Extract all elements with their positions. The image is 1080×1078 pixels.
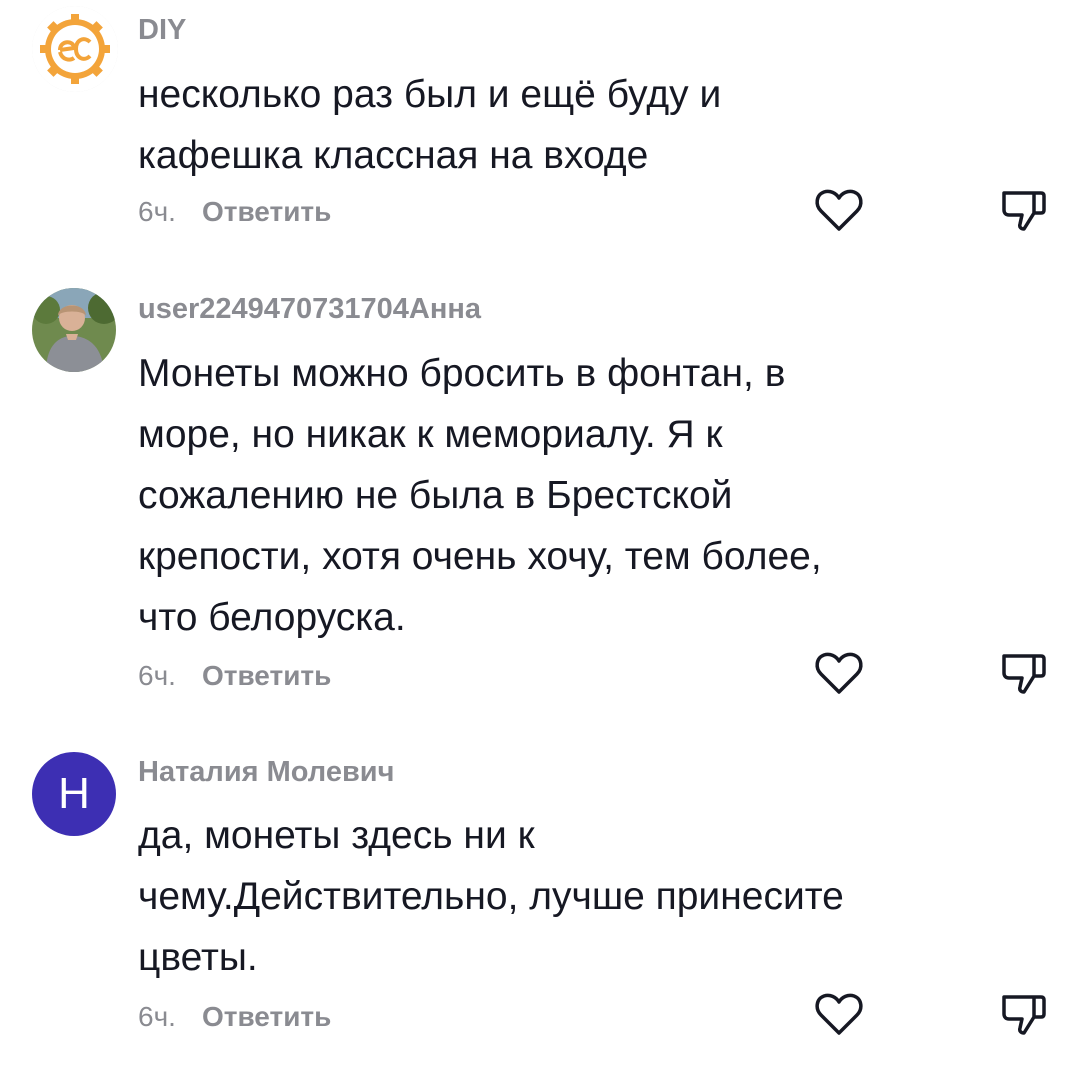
reply-button[interactable]: Ответить <box>202 660 331 691</box>
comment-text-line: цветы. <box>138 936 258 979</box>
avatar[interactable] <box>32 6 118 92</box>
comment-meta: 6ч. Ответить <box>138 660 331 692</box>
reply-button[interactable]: Ответить <box>202 1001 331 1032</box>
thumbs-down-outline-icon <box>1002 654 1046 694</box>
user-photo-icon <box>32 288 116 372</box>
like-button[interactable] <box>812 987 866 1041</box>
comment-text-line: крепости, хотя очень хочу, тем более, <box>138 535 822 578</box>
comment-text-line: Монеты можно бросить в фонтан, в <box>138 352 786 395</box>
dislike-button[interactable] <box>996 987 1050 1041</box>
comment-text-line: сожалению не была в Брестской <box>138 474 733 517</box>
comment-time: 6ч. <box>138 1001 176 1032</box>
comment-username[interactable]: Наталия Молевич <box>138 756 394 789</box>
comment-meta: 6ч. Ответить <box>138 196 331 228</box>
thumbs-down-outline-icon <box>1002 191 1046 231</box>
avatar[interactable]: Н <box>32 752 116 836</box>
heart-outline-icon <box>815 189 863 231</box>
thumbs-down-outline-icon <box>1002 995 1046 1035</box>
comment-time: 6ч. <box>138 660 176 691</box>
avatar[interactable] <box>32 288 116 372</box>
dislike-button[interactable] <box>996 183 1050 237</box>
comment-username[interactable]: DIY <box>138 14 186 47</box>
comment-text-line: несколько раз был и ещё буду и <box>138 73 722 116</box>
diy-logo-icon <box>32 6 118 92</box>
comment-username[interactable]: user2249470731704Анна <box>138 293 481 326</box>
comment-text-line: кафешка классная на входе <box>138 134 649 177</box>
like-button[interactable] <box>812 183 866 237</box>
comment-meta: 6ч. Ответить <box>138 1001 331 1033</box>
like-button[interactable] <box>812 646 866 700</box>
comment-text-line: что белоруска. <box>138 596 406 639</box>
comment-time: 6ч. <box>138 196 176 227</box>
reply-button[interactable]: Ответить <box>202 196 331 227</box>
comment-text: Монеты можно бросить в фонтан, в море, н… <box>138 343 938 648</box>
comment-text-line: да, монеты здесь ни к <box>138 814 535 857</box>
comment-text-line: море, но никак к мемориалу. Я к <box>138 413 723 456</box>
heart-outline-icon <box>815 993 863 1035</box>
comment-text: несколько раз был и ещё буду и кафешка к… <box>138 64 938 186</box>
comment-text: да, монеты здесь ни к чему.Действительно… <box>138 805 938 988</box>
comment-text-line: чему.Действительно, лучше принесите <box>138 875 844 918</box>
dislike-button[interactable] <box>996 646 1050 700</box>
heart-outline-icon <box>815 652 863 694</box>
